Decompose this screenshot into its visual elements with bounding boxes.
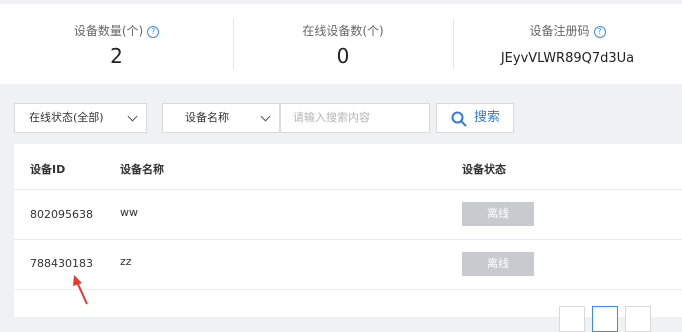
- prev-page-button[interactable]: [559, 306, 585, 332]
- field-filter-select[interactable]: 设备名称: [162, 103, 280, 133]
- header-device-name: 设备名称: [120, 163, 164, 176]
- stat-online-count: 在线设备数(个) 0: [233, 4, 453, 84]
- device-name: zz: [120, 255, 132, 268]
- stat-device-count: 设备数量(个)? 2: [0, 4, 233, 84]
- stat-label: 设备数量(个)?: [0, 22, 233, 39]
- chevron-down-icon: [127, 111, 138, 122]
- device-table: 设备ID 设备名称 设备状态 802095638 ww 离线 788430183…: [14, 144, 682, 290]
- register-code-value: JEyvVLWR89Q7d3Ua: [500, 51, 635, 66]
- next-page-button[interactable]: [625, 306, 651, 332]
- table-footer: [14, 290, 682, 332]
- help-icon[interactable]: ?: [593, 26, 606, 38]
- status-badge: 离线: [462, 252, 534, 276]
- stat-register-code: 设备注册码? JEyvVLWR89Q7d3Ua: [453, 4, 682, 84]
- stat-label: 设备注册码?: [453, 22, 682, 39]
- search-placeholder: 请输入搜索内容: [293, 111, 370, 124]
- status-badge: 离线: [462, 202, 534, 226]
- search-button-label: 搜索: [474, 110, 501, 125]
- online-count-label: 在线设备数(个): [302, 24, 384, 38]
- device-name: ww: [120, 206, 138, 219]
- arrow-annotation-icon: [73, 275, 88, 305]
- search-input[interactable]: 请输入搜索内容: [280, 103, 430, 133]
- status-filter-value: 在线状态(全部): [29, 111, 104, 124]
- device-count-value: 2: [110, 44, 123, 68]
- status-filter-select[interactable]: 在线状态(全部): [14, 103, 147, 133]
- search-icon: [451, 111, 467, 127]
- device-id: 788430183: [30, 257, 93, 270]
- chevron-down-icon: [260, 111, 271, 122]
- register-code-label: 设备注册码: [529, 24, 590, 38]
- search-button[interactable]: 搜索: [436, 103, 514, 133]
- field-filter-value: 设备名称: [185, 111, 229, 124]
- stats-panel: 设备数量(个)? 2 在线设备数(个) 0 设备注册码? JEyvVLWR89Q…: [0, 4, 682, 84]
- header-device-status: 设备状态: [462, 163, 506, 176]
- table-header-row: 设备ID 设备名称 设备状态: [14, 144, 682, 190]
- device-id: 802095638: [30, 208, 93, 221]
- header-device-id: 设备ID: [30, 163, 66, 176]
- device-count-label: 设备数量(个): [73, 24, 144, 38]
- table-row[interactable]: 802095638 ww 离线: [14, 190, 682, 240]
- online-count-value: 0: [336, 44, 350, 68]
- table-row[interactable]: 788430183 zz 离线: [14, 240, 682, 290]
- help-icon[interactable]: ?: [147, 26, 160, 38]
- page-button[interactable]: [592, 306, 618, 332]
